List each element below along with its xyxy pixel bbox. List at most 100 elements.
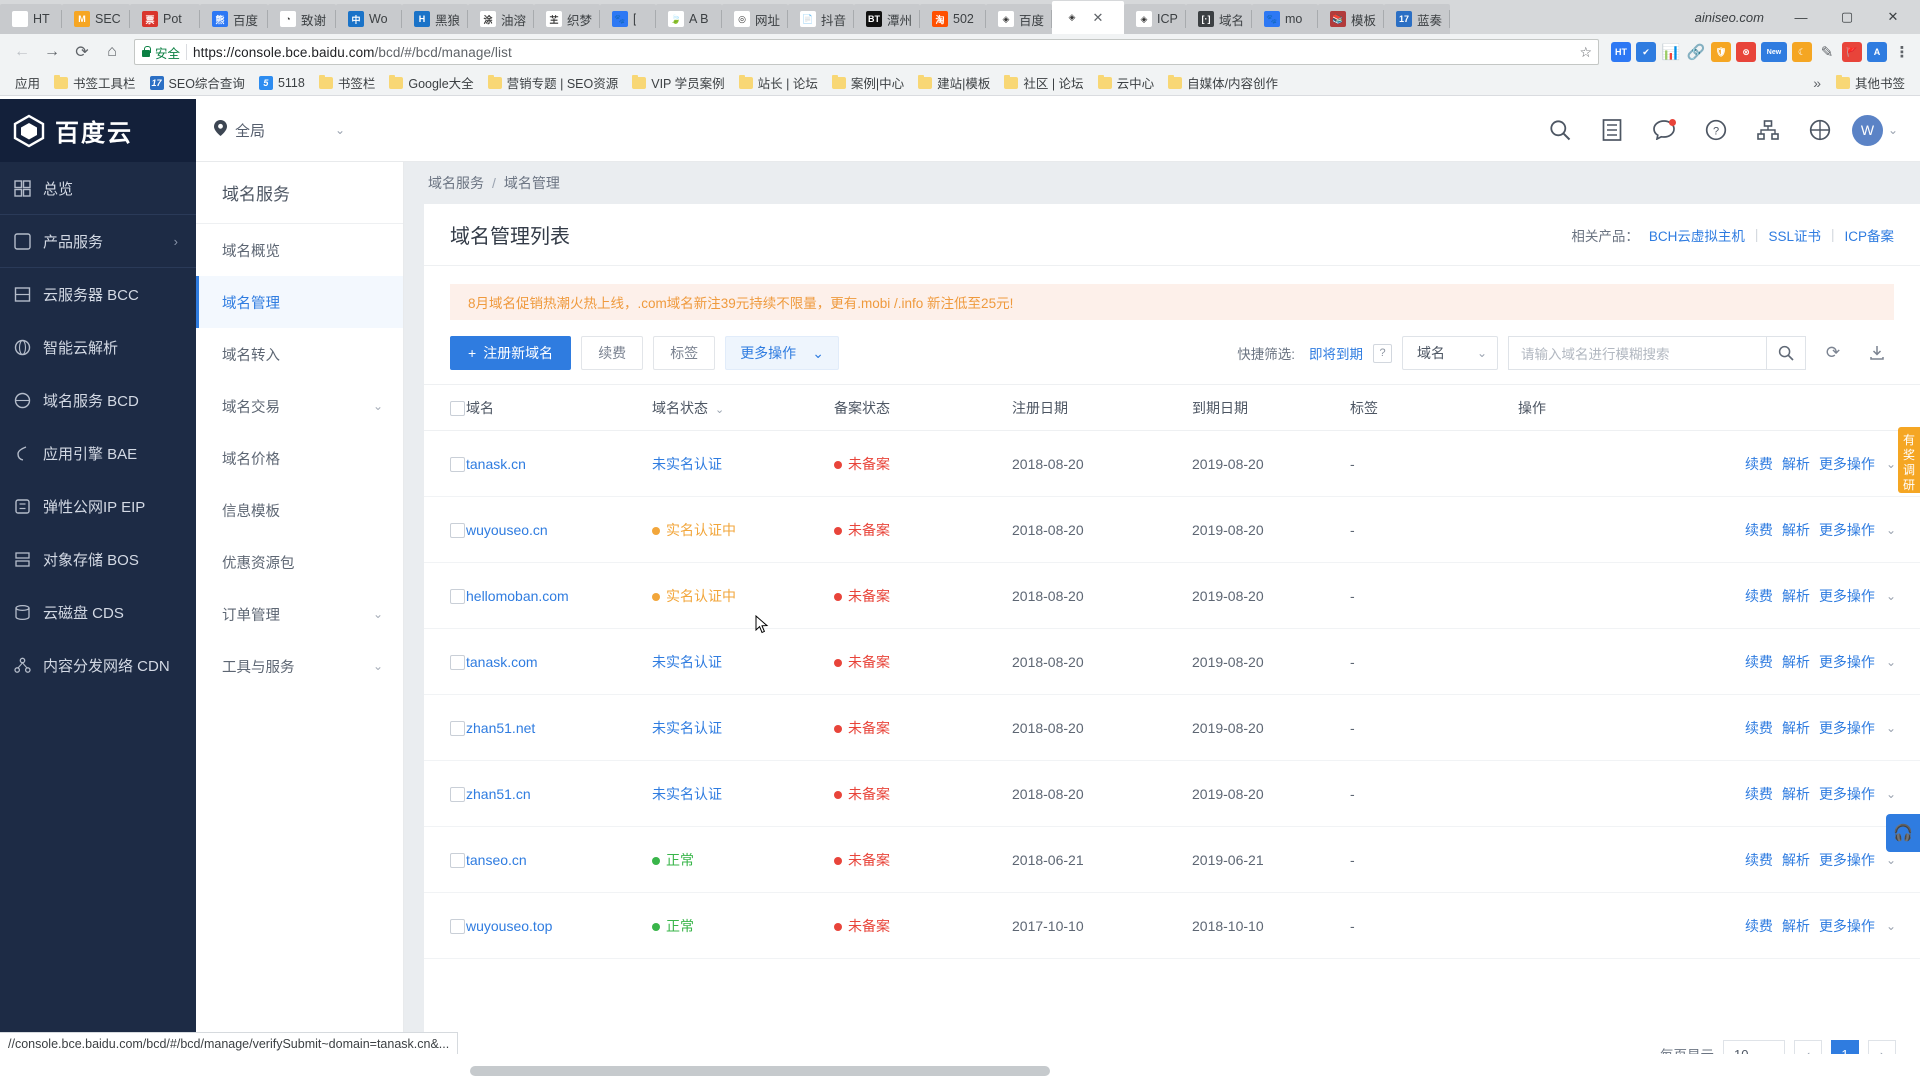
row-resolve-link[interactable]: 解析 bbox=[1782, 520, 1810, 540]
translate-ext[interactable]: A bbox=[1867, 42, 1887, 62]
browser-tab-20[interactable]: 📚模板 bbox=[1318, 4, 1384, 34]
sidebar-item-7[interactable]: 对象存储 BOS bbox=[0, 533, 196, 586]
related-link-icp[interactable]: ICP备案 bbox=[1844, 225, 1894, 245]
check-ext[interactable]: ✔ bbox=[1636, 42, 1656, 62]
row-checkbox[interactable] bbox=[450, 523, 465, 538]
row-checkbox[interactable] bbox=[450, 853, 465, 868]
row-renew-link[interactable]: 续费 bbox=[1745, 454, 1773, 474]
sidebar-item-9[interactable]: 内容分发网络 CDN bbox=[0, 639, 196, 692]
domain-link[interactable]: tanask.cn bbox=[466, 456, 526, 472]
service-nav-item-3[interactable]: 域名交易⌄ bbox=[196, 380, 403, 432]
service-nav-item-1[interactable]: 域名管理 bbox=[196, 276, 403, 328]
service-nav-item-5[interactable]: 信息模板 bbox=[196, 484, 403, 536]
org-icon[interactable] bbox=[1756, 118, 1780, 142]
chevron-down-icon[interactable]: ⌄ bbox=[1886, 853, 1896, 867]
moon-ext[interactable]: ☾ bbox=[1792, 42, 1812, 62]
browser-tab-12[interactable]: 📄抖音 bbox=[788, 4, 854, 34]
docs-icon[interactable] bbox=[1600, 118, 1624, 142]
browser-tab-14[interactable]: 淘502 bbox=[920, 4, 986, 34]
bookmark-item-8[interactable]: 站长 | 论坛 bbox=[732, 72, 825, 94]
domain-link[interactable]: tanask.com bbox=[466, 654, 538, 670]
maximize-button[interactable]: ▢ bbox=[1824, 0, 1870, 34]
browser-tab-7[interactable]: 涂油溶 bbox=[468, 4, 534, 34]
select-all-checkbox[interactable] bbox=[450, 401, 465, 416]
address-bar[interactable]: 安全 https://console.bce.baidu.com/bcd/#/b… bbox=[134, 39, 1599, 65]
service-nav-item-6[interactable]: 优惠资源包 bbox=[196, 536, 403, 588]
col-status[interactable]: 域名状态⌄ bbox=[652, 385, 834, 431]
bookmark-item-13[interactable]: 自媒体/内容创作 bbox=[1161, 72, 1285, 94]
row-resolve-link[interactable]: 解析 bbox=[1782, 850, 1810, 870]
tag-button[interactable]: 标签 bbox=[653, 336, 715, 370]
chevron-down-icon[interactable]: ⌄ bbox=[373, 607, 383, 621]
browser-tab-19[interactable]: 🐾mo bbox=[1252, 4, 1318, 34]
chevron-down-icon[interactable]: ⌄ bbox=[373, 659, 383, 673]
message-icon[interactable] bbox=[1652, 118, 1676, 142]
close-window-button[interactable]: ✕ bbox=[1870, 0, 1916, 34]
row-more-link[interactable]: 更多操作 bbox=[1819, 718, 1875, 738]
search-icon[interactable] bbox=[1548, 118, 1572, 142]
bookmark-item-0[interactable]: 应用 bbox=[8, 72, 47, 94]
row-more-link[interactable]: 更多操作 bbox=[1819, 784, 1875, 804]
browser-tab-13[interactable]: BT潭州 bbox=[854, 4, 920, 34]
breadcrumb-root[interactable]: 域名服务 bbox=[428, 173, 484, 193]
chevron-down-icon[interactable]: ⌄ bbox=[1886, 655, 1896, 669]
pen-ext[interactable]: ✎ bbox=[1817, 42, 1837, 62]
renew-button[interactable]: 续费 bbox=[581, 336, 643, 370]
minimize-button[interactable]: — bbox=[1778, 0, 1824, 34]
help-icon[interactable]: ? bbox=[1373, 344, 1392, 363]
row-resolve-link[interactable]: 解析 bbox=[1782, 718, 1810, 738]
chevron-down-icon[interactable]: ⌄ bbox=[1886, 787, 1896, 801]
browser-tab-3[interactable]: 熊百度 bbox=[200, 4, 268, 34]
help-icon[interactable]: ? bbox=[1704, 118, 1728, 142]
security-indicator[interactable]: 安全 bbox=[141, 43, 180, 62]
related-link-ssl[interactable]: SSL证书 bbox=[1768, 225, 1821, 245]
reload-icon[interactable]: ⟳ bbox=[68, 38, 96, 66]
sidebar-item-0[interactable]: 总览 bbox=[0, 162, 196, 215]
domain-link[interactable]: wuyouseo.cn bbox=[466, 522, 548, 538]
row-checkbox[interactable] bbox=[450, 457, 465, 472]
domain-link[interactable]: hellomoban.com bbox=[466, 588, 569, 604]
status-link[interactable]: 未实名认证 bbox=[652, 720, 722, 736]
status-link[interactable]: 未实名认证 bbox=[652, 786, 722, 802]
flag-ext[interactable]: 🚩 bbox=[1842, 42, 1862, 62]
bookmark-item-7[interactable]: VIP 学员案例 bbox=[625, 72, 731, 94]
row-renew-link[interactable]: 续费 bbox=[1745, 652, 1773, 672]
search-field-select[interactable]: 域名 ⌄ bbox=[1402, 336, 1498, 370]
browser-tab-5[interactable]: 中Wo bbox=[336, 4, 402, 34]
tab-close-icon[interactable]: ✕ bbox=[1090, 10, 1106, 26]
bookmark-item-11[interactable]: 社区 | 论坛 bbox=[997, 72, 1090, 94]
row-renew-link[interactable]: 续费 bbox=[1745, 520, 1773, 540]
row-checkbox[interactable] bbox=[450, 787, 465, 802]
domain-link[interactable]: zhan51.net bbox=[466, 720, 535, 736]
service-nav-item-4[interactable]: 域名价格 bbox=[196, 432, 403, 484]
horizontal-scrollbar[interactable] bbox=[470, 1066, 1050, 1076]
service-nav-item-0[interactable]: 域名概览 bbox=[196, 224, 403, 276]
bookmark-item-9[interactable]: 案例|中心 bbox=[825, 72, 911, 94]
bookmark-item-1[interactable]: 书签工具栏 bbox=[47, 72, 143, 94]
support-widget[interactable]: 🎧 bbox=[1886, 814, 1920, 852]
row-more-link[interactable]: 更多操作 bbox=[1819, 520, 1875, 540]
browser-tab-0[interactable]: HT bbox=[0, 4, 62, 34]
bookmark-item-2[interactable]: 17SEO综合查询 bbox=[143, 72, 252, 94]
chevron-right-icon[interactable]: › bbox=[174, 234, 178, 249]
row-more-link[interactable]: 更多操作 bbox=[1819, 586, 1875, 606]
service-nav-item-8[interactable]: 工具与服务⌄ bbox=[196, 640, 403, 692]
row-checkbox[interactable] bbox=[450, 655, 465, 670]
row-resolve-link[interactable]: 解析 bbox=[1782, 784, 1810, 804]
browser-tab-11[interactable]: ◎网址 bbox=[722, 4, 788, 34]
bookmarks-overflow-icon[interactable]: » bbox=[1805, 75, 1829, 91]
domain-link[interactable]: zhan51.cn bbox=[466, 786, 531, 802]
status-link[interactable]: 未实名认证 bbox=[652, 654, 722, 670]
sort-chevron-icon[interactable]: ⌄ bbox=[715, 404, 724, 416]
chevron-down-icon[interactable]: ⌄ bbox=[1886, 589, 1896, 603]
chart-ext[interactable]: 📊 bbox=[1661, 42, 1681, 62]
bookmark-item-12[interactable]: 云中心 bbox=[1091, 72, 1162, 94]
search-input[interactable]: 请输入域名进行模糊搜索 bbox=[1508, 336, 1766, 370]
chevron-down-icon[interactable]: ⌄ bbox=[1886, 721, 1896, 735]
browser-tab-4[interactable]: ◔致谢 bbox=[268, 4, 336, 34]
related-link-bch[interactable]: BCH云虚拟主机 bbox=[1649, 225, 1745, 245]
row-more-link[interactable]: 更多操作 bbox=[1819, 454, 1875, 474]
domain-link[interactable]: wuyouseo.top bbox=[466, 918, 552, 934]
row-resolve-link[interactable]: 解析 bbox=[1782, 454, 1810, 474]
sidebar-item-2[interactable]: 云服务器 BCC bbox=[0, 268, 196, 321]
